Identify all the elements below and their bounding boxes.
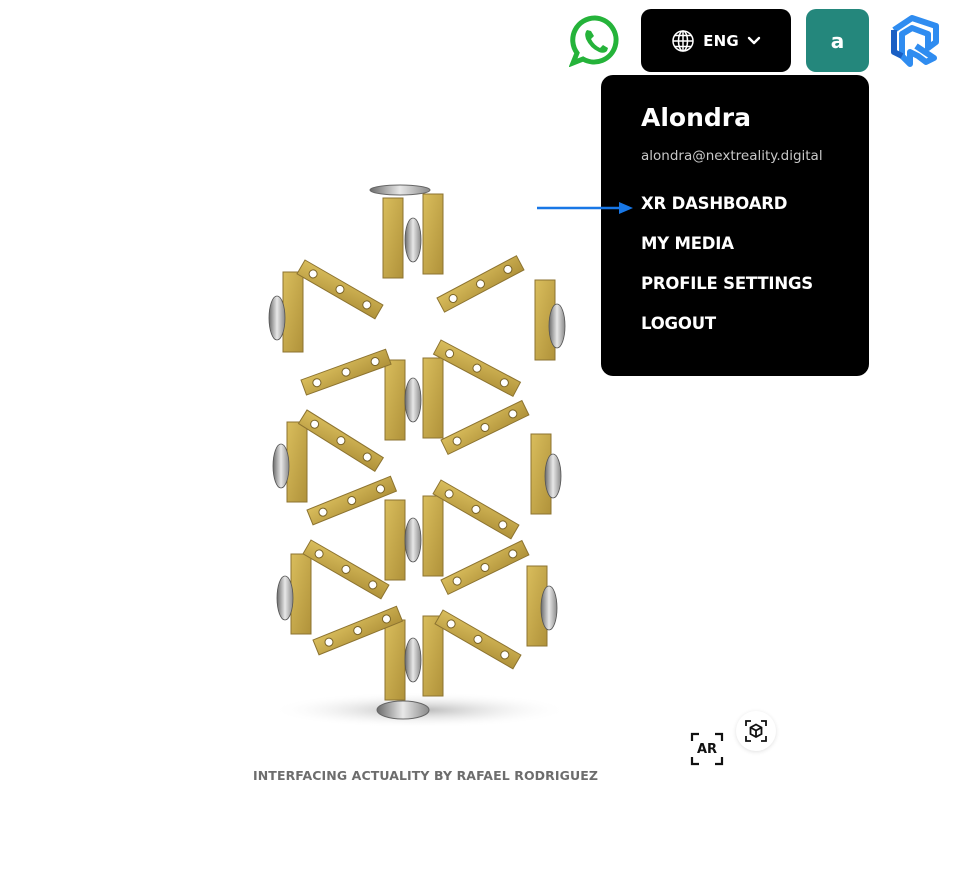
menu-item-profile-settings[interactable]: PROFILE SETTINGS	[641, 274, 813, 293]
globe-icon	[672, 29, 694, 52]
brand-logo[interactable]	[888, 12, 944, 70]
language-selector[interactable]: ENG	[641, 9, 791, 72]
avatar-initial: a	[830, 28, 845, 53]
menu-item-logout[interactable]: LOGOUT	[641, 314, 716, 333]
sculpture-model	[268, 184, 570, 728]
user-name: Alondra	[641, 103, 751, 132]
user-email: alondra@nextreality.digital	[641, 148, 823, 164]
ar-view-button[interactable]: AR	[689, 731, 725, 767]
user-dropdown-menu: Alondra alondra@nextreality.digital XR D…	[601, 75, 869, 376]
view-in-3d-button[interactable]	[736, 711, 776, 751]
language-label: ENG	[703, 31, 739, 50]
3d-model-viewer[interactable]	[255, 180, 585, 730]
menu-item-xr-dashboard[interactable]: XR DASHBOARD	[641, 194, 787, 213]
menu-item-my-media[interactable]: MY MEDIA	[641, 234, 734, 253]
artwork-caption: INTERFACING ACTUALITY BY RAFAEL RODRIGUE…	[253, 768, 599, 783]
cube-icon	[745, 720, 767, 742]
ar-label: AR	[696, 741, 718, 757]
user-avatar-button[interactable]: a	[806, 9, 869, 72]
next-reality-logo-icon	[891, 15, 939, 67]
whatsapp-button[interactable]	[568, 15, 621, 68]
chevron-down-icon	[747, 36, 761, 44]
whatsapp-icon	[568, 15, 619, 68]
